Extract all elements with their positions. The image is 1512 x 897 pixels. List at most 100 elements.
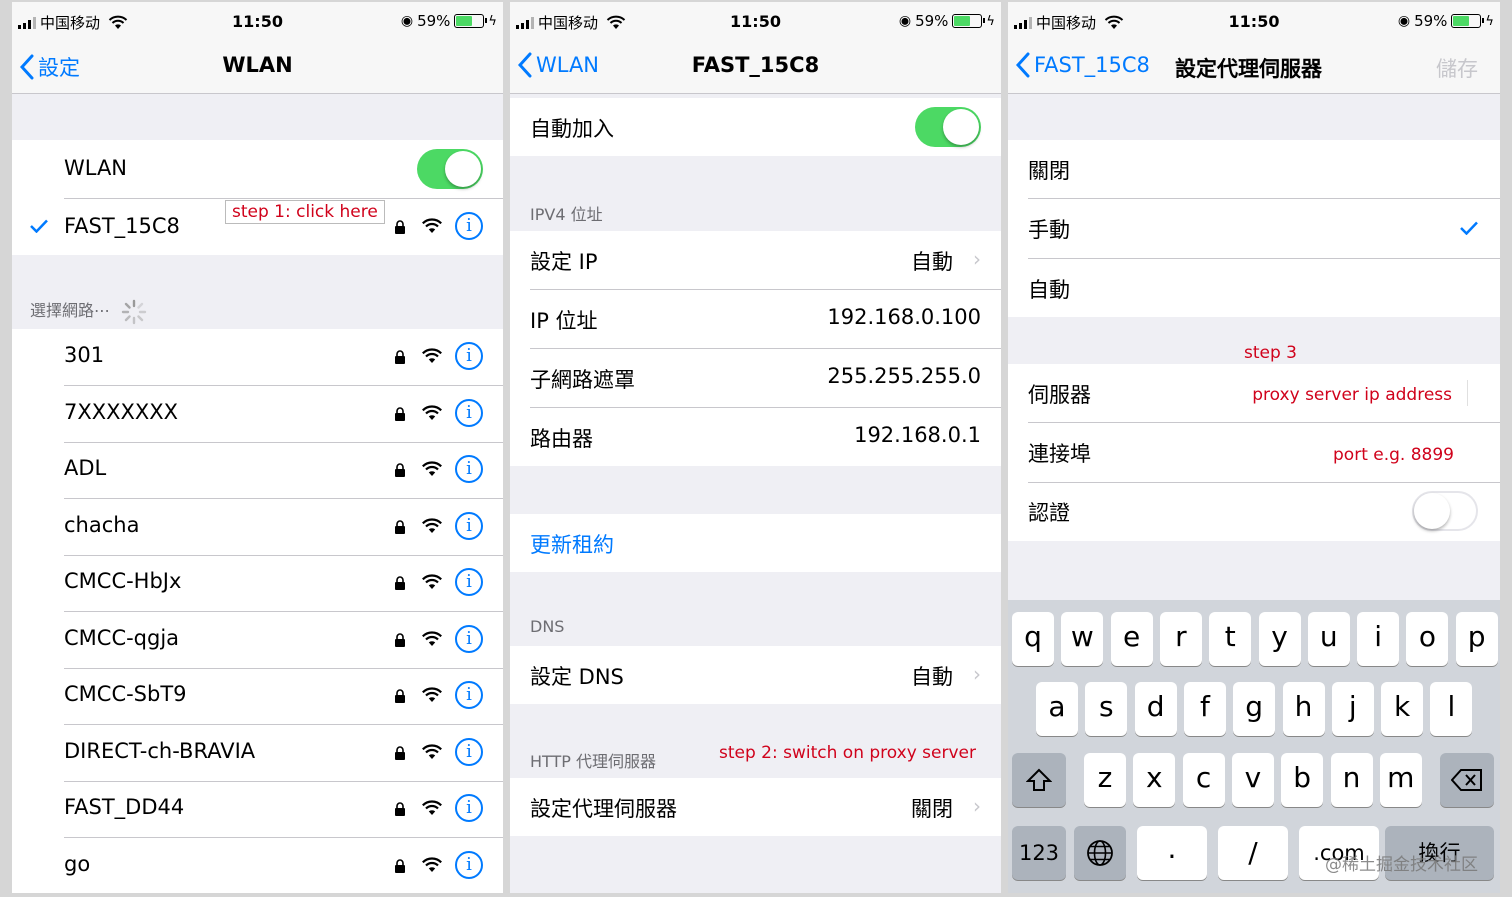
info-icon[interactable]: i xyxy=(455,850,483,879)
info-icon[interactable]: i xyxy=(455,568,483,596)
key-r[interactable]: r xyxy=(1159,612,1202,666)
save-button[interactable]: 儲存 xyxy=(1436,53,1478,83)
auto-join-toggle[interactable] xyxy=(915,107,981,147)
key-o[interactable]: o xyxy=(1406,612,1449,666)
network-row[interactable]: CMCC-HbJx i xyxy=(12,555,503,612)
status-bar: 中国移动 11:50 ◉ 59% ϟ xyxy=(510,2,1001,42)
network-row[interactable]: DIRECT-ch-BRAVIA i xyxy=(12,725,503,782)
key-k[interactable]: k xyxy=(1381,682,1424,736)
lock-icon xyxy=(395,745,405,760)
rotation-lock-icon: ◉ xyxy=(1397,13,1411,29)
key-x[interactable]: x xyxy=(1133,753,1176,807)
back-label: FAST_15C8 xyxy=(1034,53,1150,77)
shift-key[interactable] xyxy=(1012,753,1066,807)
info-icon[interactable]: i xyxy=(455,342,483,370)
info-icon[interactable]: i xyxy=(455,737,483,766)
port-input[interactable]: port e.g. 8899 xyxy=(1333,445,1454,465)
network-row[interactable]: 301 i xyxy=(12,329,503,386)
key-w[interactable]: w xyxy=(1061,612,1104,666)
key-j[interactable]: j xyxy=(1331,682,1374,736)
authentication-label: 認證 xyxy=(1028,501,1070,525)
network-name: CMCC-qgja xyxy=(64,625,180,650)
network-row[interactable]: chacha i xyxy=(12,499,503,556)
network-row[interactable]: FAST_DD44 i xyxy=(12,781,503,838)
renew-lease-button[interactable]: 更新租約 xyxy=(530,529,614,559)
option-auto[interactable]: 自動 xyxy=(1008,259,1500,317)
numbers-key[interactable]: 123 xyxy=(1012,826,1066,880)
key-c[interactable]: c xyxy=(1182,753,1225,807)
configure-ip-value: 自動 xyxy=(911,250,953,274)
connected-network-row[interactable]: FAST_15C8 step 1: click here i xyxy=(12,198,503,255)
delete-key[interactable] xyxy=(1440,753,1494,807)
network-row[interactable]: 7XXXXXXX i xyxy=(12,386,503,443)
key-e[interactable]: e xyxy=(1110,612,1153,666)
nav-bar: WLAN FAST_15C8 xyxy=(510,42,1001,94)
key-s[interactable]: s xyxy=(1085,682,1128,736)
wifi-strength-icon xyxy=(422,218,442,233)
key-p[interactable]: p xyxy=(1455,612,1498,666)
configure-proxy-screen: 中国移动 11:50 ◉ 59% ϟ FAST_15C8 設定代理伺服器 儲存 … xyxy=(1008,2,1500,893)
wifi-strength-icon xyxy=(422,800,442,815)
shift-icon xyxy=(1025,768,1053,791)
back-button[interactable]: FAST_15C8 xyxy=(1016,52,1150,78)
configure-proxy-row[interactable]: 設定代理伺服器 關閉 › xyxy=(510,778,1001,836)
server-input[interactable]: proxy server ip address xyxy=(1252,385,1452,405)
key-l[interactable]: l xyxy=(1430,682,1473,736)
dns-header: DNS xyxy=(530,617,565,636)
key-m[interactable]: m xyxy=(1379,753,1422,807)
configure-ip-label: 設定 IP xyxy=(530,250,598,274)
info-icon[interactable]: i xyxy=(455,794,483,822)
key-n[interactable]: n xyxy=(1330,753,1373,807)
key-u[interactable]: u xyxy=(1307,612,1350,666)
option-auto-label: 自動 xyxy=(1028,278,1070,302)
key-t[interactable]: t xyxy=(1209,612,1252,666)
slash-key[interactable]: / xyxy=(1218,826,1288,880)
key-v[interactable]: v xyxy=(1231,753,1274,807)
wifi-strength-icon xyxy=(422,743,442,759)
wlan-toggle[interactable] xyxy=(417,149,483,189)
network-name: chacha xyxy=(64,512,140,537)
spinner-icon xyxy=(121,299,147,324)
step2-annotation: step 2: switch on proxy server xyxy=(719,743,977,763)
key-g[interactable]: g xyxy=(1233,682,1276,736)
network-row[interactable]: go i xyxy=(12,838,503,894)
option-off[interactable]: 關閉 xyxy=(1008,140,1500,198)
globe-key[interactable] xyxy=(1074,826,1126,880)
network-row[interactable]: CMCC-qgja i xyxy=(12,612,503,669)
key-z[interactable]: z xyxy=(1084,753,1126,807)
renew-lease-row[interactable]: 更新租約 xyxy=(510,514,1001,572)
dot-key[interactable]: . xyxy=(1137,826,1207,880)
key-h[interactable]: h xyxy=(1282,682,1325,736)
info-icon[interactable]: i xyxy=(455,681,483,709)
configure-dns-row[interactable]: 設定 DNS 自動 › xyxy=(510,646,1001,704)
option-manual[interactable]: 手動 xyxy=(1008,199,1500,257)
subnet-mask-label: 子網路遮罩 xyxy=(530,368,635,392)
key-a[interactable]: a xyxy=(1036,682,1078,736)
key-b[interactable]: b xyxy=(1281,753,1324,807)
network-row[interactable]: ADL i xyxy=(12,442,503,499)
key-y[interactable]: y xyxy=(1258,612,1301,666)
wlan-group: WLAN FAST_15C8 step 1: click here i xyxy=(12,140,503,255)
text-cursor xyxy=(1467,380,1468,406)
battery-icon xyxy=(454,14,488,28)
key-d[interactable]: d xyxy=(1134,682,1177,736)
lock-icon xyxy=(395,632,405,647)
key-f[interactable]: f xyxy=(1183,682,1226,736)
info-icon[interactable]: i xyxy=(455,212,483,240)
lock-icon xyxy=(395,406,405,421)
info-icon[interactable]: i xyxy=(455,398,483,427)
info-icon[interactable]: i xyxy=(455,511,483,540)
info-icon[interactable]: i xyxy=(455,455,483,483)
configure-ip-row[interactable]: 設定 IP 自動 › xyxy=(510,231,1001,289)
nav-bar: 設定 WLAN xyxy=(12,42,503,94)
wifi-strength-icon xyxy=(422,687,442,702)
key-q[interactable]: q xyxy=(1012,612,1054,666)
network-row[interactable]: CMCC-SbT9 i xyxy=(12,668,503,725)
wifi-strength-icon xyxy=(422,461,442,476)
wlan-screen: 中国移动 11:50 ◉ 59% ϟ 設定 WLAN WLAN FAST_15C… xyxy=(12,2,503,893)
authentication-toggle[interactable] xyxy=(1412,491,1478,531)
info-icon[interactable]: i xyxy=(455,624,483,653)
wifi-strength-icon xyxy=(422,574,442,589)
network-name: 7XXXXXXX xyxy=(64,399,179,424)
key-i[interactable]: i xyxy=(1357,612,1400,666)
